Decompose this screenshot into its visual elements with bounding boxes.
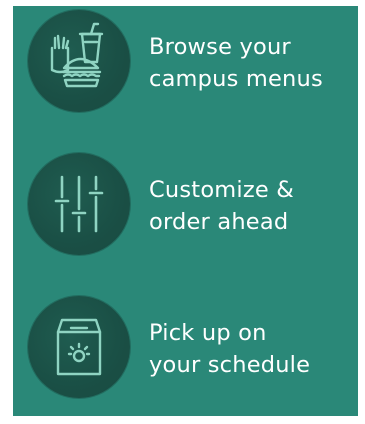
caption-line-1: Pick up on: [149, 320, 267, 346]
feature-browse-menus: Browse your campus menus: [13, 6, 358, 116]
feature-caption: Pick up on your schedule: [149, 317, 359, 381]
caption-line-1: Customize &: [149, 177, 295, 203]
caption-line-1: Browse your: [149, 34, 291, 60]
caption-line-2: order ahead: [149, 209, 289, 235]
feature-panel: Browse your campus menus Customize & ord…: [13, 6, 358, 416]
feature-caption: Customize & order ahead: [149, 174, 359, 238]
feature-customize-order: Customize & order ahead: [13, 149, 358, 259]
caption-line-2: your schedule: [149, 352, 311, 378]
food-tray-icon: [28, 10, 130, 112]
feature-pickup-schedule: Pick up on your schedule: [13, 292, 358, 402]
caption-line-2: campus menus: [149, 66, 323, 92]
pickup-bag-icon: [28, 296, 130, 398]
sliders-icon: [28, 153, 130, 255]
feature-caption: Browse your campus menus: [149, 31, 359, 95]
